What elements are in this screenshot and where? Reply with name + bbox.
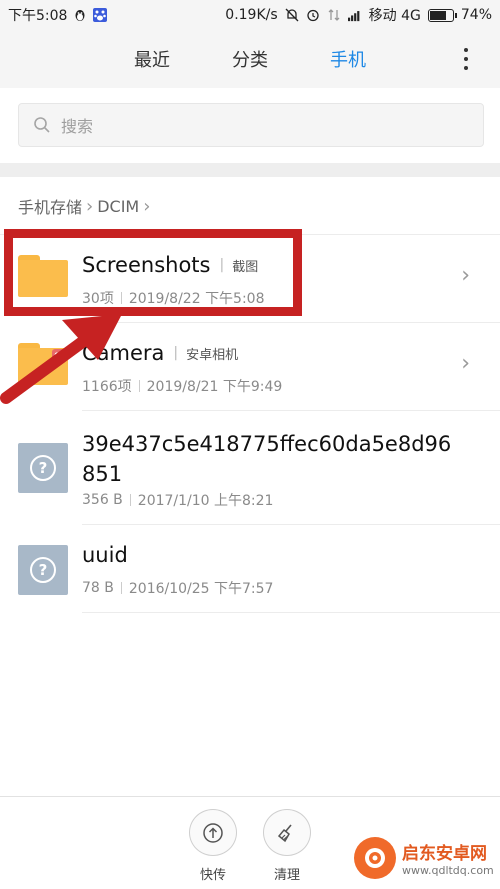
file-name-continued: 851 <box>82 462 123 486</box>
chevron-right-icon: › <box>86 195 94 217</box>
unknown-file-icon: ? <box>18 545 68 595</box>
unknown-file-icon: ? <box>18 443 68 493</box>
annotation-arrow-icon <box>0 314 122 404</box>
search-input[interactable]: 搜索 <box>18 103 484 147</box>
watermark-title: 启东安卓网 <box>402 844 487 864</box>
list-item-uuid[interactable]: ? uuid 78 B 2016/10/25 下午7:57 <box>0 525 500 613</box>
chevron-right-icon: › <box>461 351 470 376</box>
alarm-clock-icon <box>307 9 319 22</box>
tab-recent[interactable]: 最近 <box>103 46 201 72</box>
search-placeholder: 搜索 <box>61 117 94 136</box>
breadcrumb-item-dcim[interactable]: DCIM <box>97 197 139 216</box>
mute-bell-icon <box>285 8 299 22</box>
watermark: 启东安卓网 www.qdltdq.com <box>354 831 494 885</box>
clean-button[interactable]: 清理 <box>262 809 312 883</box>
signal-icon <box>347 11 360 22</box>
carrier-label: 移动 4G <box>368 8 421 24</box>
baidu-paw-icon <box>93 8 108 22</box>
section-divider <box>0 163 500 177</box>
top-tab-bar: 最近 分类 手机 <box>0 30 500 88</box>
bottom-action-bar: 快传 清理 启东安卓网 www.qdltdq.com <box>0 796 500 889</box>
folder-tag: 安卓相机 <box>186 347 239 363</box>
quick-transfer-button[interactable]: 快传 <box>188 809 238 883</box>
search-icon <box>34 117 50 133</box>
chevron-right-icon: › <box>461 263 470 288</box>
broom-icon <box>277 823 292 842</box>
file-size: 78 B <box>82 580 114 596</box>
battery-icon <box>427 8 457 22</box>
clean-label: 清理 <box>273 868 300 883</box>
more-options-icon[interactable] <box>460 48 472 70</box>
watermark-logo-icon <box>354 837 396 879</box>
network-speed: 0.19K/s <box>225 7 278 23</box>
modified-date: 2016/10/25 下午7:57 <box>128 581 274 597</box>
data-transfer-icon <box>328 9 340 21</box>
file-name: 39e437c5e418775ffec60da5e8d96 <box>82 432 452 456</box>
breadcrumb: 手机存储 › DCIM › <box>18 194 150 218</box>
file-size: 356 B <box>82 492 123 508</box>
search-area: 搜索 <box>0 88 500 163</box>
status-time: 下午5:08 <box>8 8 68 24</box>
qq-penguin-icon <box>75 10 85 21</box>
quick-transfer-label: 快传 <box>199 868 226 883</box>
tab-categories[interactable]: 分类 <box>201 46 299 72</box>
tab-phone[interactable]: 手机 <box>299 46 397 72</box>
upload-icon <box>203 822 223 843</box>
battery-percent: 74% <box>460 7 492 23</box>
annotation-highlight-box <box>4 229 302 316</box>
watermark-url: www.qdltdq.com <box>402 864 494 877</box>
list-item-hash-file[interactable]: ? 39e437c5e418775ffec60da5e8d96 851 356 … <box>0 411 500 525</box>
modified-date: 2019/8/21 下午9:49 <box>146 379 283 395</box>
breadcrumb-item-storage[interactable]: 手机存储 <box>18 194 82 218</box>
chevron-right-icon: › <box>143 195 151 217</box>
status-bar: 下午5:08 0.19K/s 移动 4G 74% <box>0 0 500 30</box>
modified-date: 2017/1/10 上午8:21 <box>137 493 274 509</box>
file-name: uuid <box>82 543 128 567</box>
